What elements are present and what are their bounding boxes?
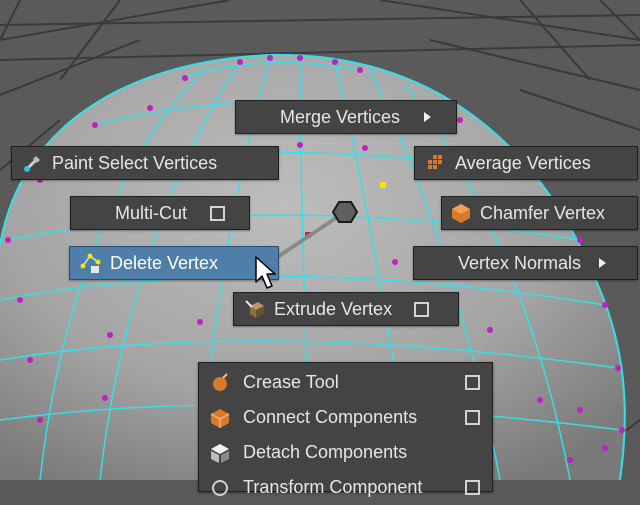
multi-cut-label: Multi-Cut (115, 202, 188, 223)
average-vertices-item[interactable]: Average Vertices (414, 146, 638, 180)
submenu-arrow-icon (599, 258, 607, 268)
chamfer-vertex-item[interactable]: Chamfer Vertex (441, 196, 638, 230)
transform-component-label: Transform Component (243, 477, 423, 497)
transform-component-item[interactable]: Transform Component (199, 470, 492, 505)
paint-select-vertices-label: Paint Select Vertices (52, 152, 218, 173)
overflow-menu: Crease Tool Connect Components Detach Co… (198, 362, 493, 497)
connect-components-options-box[interactable] (465, 410, 480, 425)
extrude-vertex-icon (244, 298, 266, 320)
multi-cut-item[interactable]: Multi-Cut (70, 196, 250, 230)
connect-components-item[interactable]: Connect Components (199, 400, 492, 435)
vertex-normals-label: Vertex Normals (458, 252, 582, 273)
detach-components-item[interactable]: Detach Components (199, 435, 492, 470)
paint-select-vertices-item[interactable]: Paint Select Vertices (11, 146, 279, 180)
submenu-arrow-icon (424, 112, 432, 122)
extrude-vertex-item[interactable]: Extrude Vertex (233, 292, 459, 326)
transform-component-options-box[interactable] (465, 480, 480, 495)
crease-tool-label: Crease Tool (243, 372, 339, 392)
detach-components-icon (209, 442, 231, 464)
crease-tool-item[interactable]: Crease Tool (199, 365, 492, 400)
delete-vertex-item[interactable]: Delete Vertex (69, 246, 279, 280)
delete-vertex-label: Delete Vertex (110, 252, 219, 273)
connect-components-icon (209, 407, 231, 429)
extrude-vertex-label: Extrude Vertex (274, 298, 393, 319)
chamfer-vertex-label: Chamfer Vertex (480, 202, 606, 223)
crease-tool-options-box[interactable] (465, 375, 480, 390)
merge-vertices-label: Merge Vertices (280, 106, 401, 127)
chamfer-vertex-icon (450, 202, 472, 224)
extrude-vertex-options-box[interactable] (414, 301, 430, 317)
crease-tool-icon (209, 372, 231, 394)
mouse-pointer-icon (255, 256, 276, 289)
average-vertices-label: Average Vertices (455, 152, 591, 173)
connect-components-label: Connect Components (243, 407, 418, 427)
vertex-normals-item[interactable]: Vertex Normals (413, 246, 638, 280)
delete-vertex-icon (80, 252, 102, 274)
multi-cut-options-box[interactable] (210, 205, 226, 221)
merge-vertices-item[interactable]: Merge Vertices (235, 100, 457, 134)
detach-components-label: Detach Components (243, 442, 408, 462)
paint-select-icon (22, 152, 44, 174)
average-vertices-icon (425, 152, 447, 174)
